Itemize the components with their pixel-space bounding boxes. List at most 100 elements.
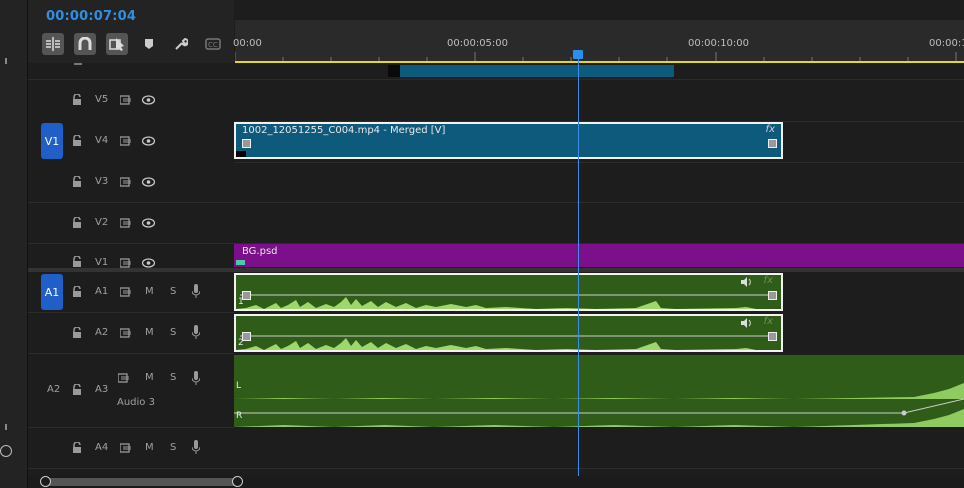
- keyframe[interactable]: [768, 332, 777, 341]
- lock-icon[interactable]: [72, 327, 82, 339]
- sync-lock-icon[interactable]: [120, 177, 132, 187]
- playhead-timecode[interactable]: 00:00:07:04: [46, 9, 136, 24]
- lock-icon[interactable]: [72, 442, 82, 454]
- channel-right-label: R: [236, 411, 243, 421]
- solo-button[interactable]: S: [170, 442, 176, 453]
- magnet-icon: [78, 37, 92, 50]
- linked-selection-button[interactable]: [106, 33, 128, 55]
- video-clip[interactable]: 1002_12051255_C004.mp4 - Merged [V] fx: [234, 122, 783, 159]
- lock-icon[interactable]: [72, 286, 82, 298]
- eye-icon[interactable]: [142, 177, 155, 187]
- mute-button[interactable]: M: [145, 442, 154, 453]
- track-header-mark: [74, 63, 82, 65]
- lock-icon[interactable]: [72, 94, 82, 106]
- track-row-v3[interactable]: [234, 162, 964, 203]
- source-patch-v1[interactable]: V1: [41, 123, 63, 159]
- track-row-a4[interactable]: [234, 428, 964, 469]
- snap-button[interactable]: [74, 33, 96, 55]
- add-marker-button[interactable]: [138, 33, 160, 55]
- microphone-icon[interactable]: [192, 440, 200, 454]
- solo-button[interactable]: S: [170, 372, 176, 383]
- eye-icon[interactable]: [142, 258, 155, 268]
- graphic-clip[interactable]: BG.psd: [234, 244, 964, 267]
- sync-lock-icon[interactable]: [120, 218, 132, 228]
- track-row: [234, 63, 964, 80]
- audio-speaker-icon[interactable]: [741, 318, 755, 328]
- track-label-a4: A4: [95, 442, 109, 453]
- channel-number: 1: [238, 297, 244, 307]
- channel-number: 2: [238, 338, 244, 348]
- mute-button[interactable]: M: [145, 372, 154, 383]
- captions-icon: CC: [205, 38, 221, 50]
- wrench-icon: [175, 37, 188, 50]
- eye-icon[interactable]: [142, 136, 155, 146]
- microphone-icon[interactable]: [192, 284, 200, 298]
- audio-speaker-icon[interactable]: [741, 277, 755, 287]
- ruler-label: 00:00:1: [929, 38, 964, 49]
- lock-icon[interactable]: [72, 176, 82, 188]
- sync-lock-icon[interactable]: [120, 258, 132, 268]
- lock-icon[interactable]: [72, 384, 82, 396]
- ruler-label: 00:00:10:00: [688, 38, 750, 49]
- lock-icon[interactable]: [72, 135, 82, 147]
- playhead-line[interactable]: [578, 58, 579, 476]
- sync-lock-icon[interactable]: [120, 443, 132, 453]
- edge-tick: [5, 424, 7, 430]
- fx-badge[interactable]: fx: [764, 316, 773, 327]
- source-patch-a1[interactable]: A1: [41, 274, 63, 310]
- clip-name: 1002_12051255_C004.mp4 - Merged [V]: [242, 125, 446, 136]
- insert-sequence-button[interactable]: [42, 33, 64, 55]
- track-header-v3: V3: [28, 162, 234, 203]
- track-header-v5: V5: [28, 80, 234, 122]
- marker-icon: [145, 39, 153, 49]
- track-header-a3: A2 A3 M S Audio 3: [28, 354, 234, 428]
- keyframe[interactable]: [768, 139, 777, 148]
- audio-waveform: [234, 383, 964, 427]
- track-header-v2: V2: [28, 203, 234, 244]
- keyframe[interactable]: [768, 291, 777, 300]
- lock-icon[interactable]: [72, 256, 82, 268]
- track-header-a2: A2 M S: [28, 313, 234, 354]
- zoom-scroll-bar[interactable]: [42, 478, 238, 486]
- snap-insert-icon: [46, 37, 60, 51]
- track-row-v5[interactable]: [234, 80, 964, 122]
- scroll-handle-right[interactable]: [232, 476, 243, 487]
- track-label-v5: V5: [95, 94, 109, 105]
- source-patch-a2[interactable]: A2: [47, 384, 60, 395]
- panel-resize-handle[interactable]: [0, 445, 12, 457]
- mute-button[interactable]: M: [145, 327, 154, 338]
- solo-button[interactable]: S: [170, 327, 176, 338]
- ruler-label: 00:00: [233, 38, 262, 49]
- sync-lock-icon[interactable]: [120, 328, 132, 338]
- clip-thumbnail: [236, 260, 245, 265]
- clip-name: BG.psd: [242, 246, 278, 257]
- video-clip-partial[interactable]: [400, 65, 674, 77]
- audio-clip-a2[interactable]: fx 2: [234, 314, 783, 352]
- track-label-a1: A1: [95, 286, 109, 297]
- audio-clip-a3[interactable]: L R: [234, 355, 964, 427]
- ruler-label: 00:00:05:00: [447, 38, 509, 49]
- track-header-partial: [28, 63, 234, 80]
- keyframe[interactable]: [242, 139, 251, 148]
- timeline-settings-button[interactable]: [170, 33, 192, 55]
- eye-icon[interactable]: [142, 218, 155, 228]
- track-row-v2[interactable]: [234, 203, 964, 244]
- sync-lock-icon[interactable]: [120, 95, 132, 105]
- solo-button[interactable]: S: [170, 286, 176, 297]
- time-ruler[interactable]: [235, 20, 964, 62]
- eye-icon[interactable]: [142, 95, 155, 105]
- sync-lock-icon[interactable]: [118, 373, 130, 383]
- lock-icon[interactable]: [72, 217, 82, 229]
- sync-lock-icon[interactable]: [120, 287, 132, 297]
- fx-badge[interactable]: fx: [766, 124, 775, 135]
- audio-waveform: [236, 294, 776, 309]
- microphone-icon[interactable]: [192, 325, 200, 339]
- mute-button[interactable]: M: [145, 286, 154, 297]
- scroll-handle-left[interactable]: [40, 476, 51, 487]
- microphone-icon[interactable]: [192, 371, 200, 385]
- audio-clip-a1[interactable]: fx 1: [234, 273, 783, 311]
- fx-badge[interactable]: fx: [764, 275, 773, 286]
- captions-button[interactable]: CC: [202, 33, 224, 55]
- track-name-audio-3[interactable]: Audio 3: [117, 397, 155, 408]
- sync-lock-icon[interactable]: [120, 136, 132, 146]
